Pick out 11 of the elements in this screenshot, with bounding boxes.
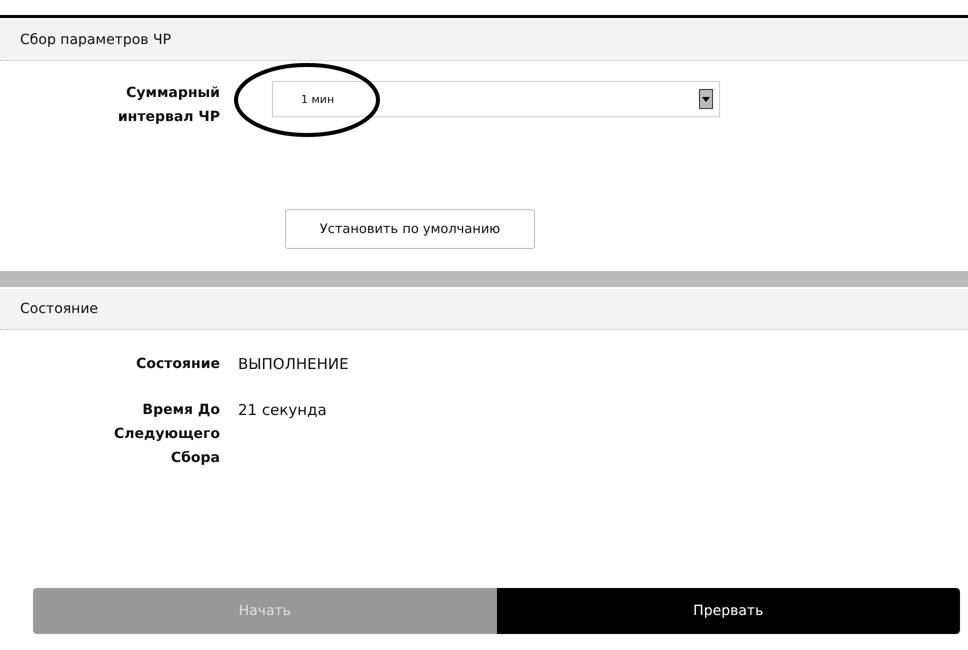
default-button[interactable]: Установить по умолчанию <box>285 209 535 249</box>
field-label: Суммарный интервал ЧР <box>116 84 221 127</box>
status-label: Время До Следующего Сбора <box>113 401 221 468</box>
status-value: ВЫПОЛНЕНИЕ <box>238 354 349 375</box>
status-value: 21 секунда <box>238 400 327 421</box>
status-label: Состояние <box>135 355 221 374</box>
interval-dropdown[interactable]: 1 мин <box>272 81 720 117</box>
caret-icon <box>699 89 713 109</box>
action-button[interactable]: Прервать <box>496 588 960 634</box>
section-title: Сбор параметров ЧР <box>20 32 172 48</box>
section-title: Состояние <box>20 301 98 317</box>
